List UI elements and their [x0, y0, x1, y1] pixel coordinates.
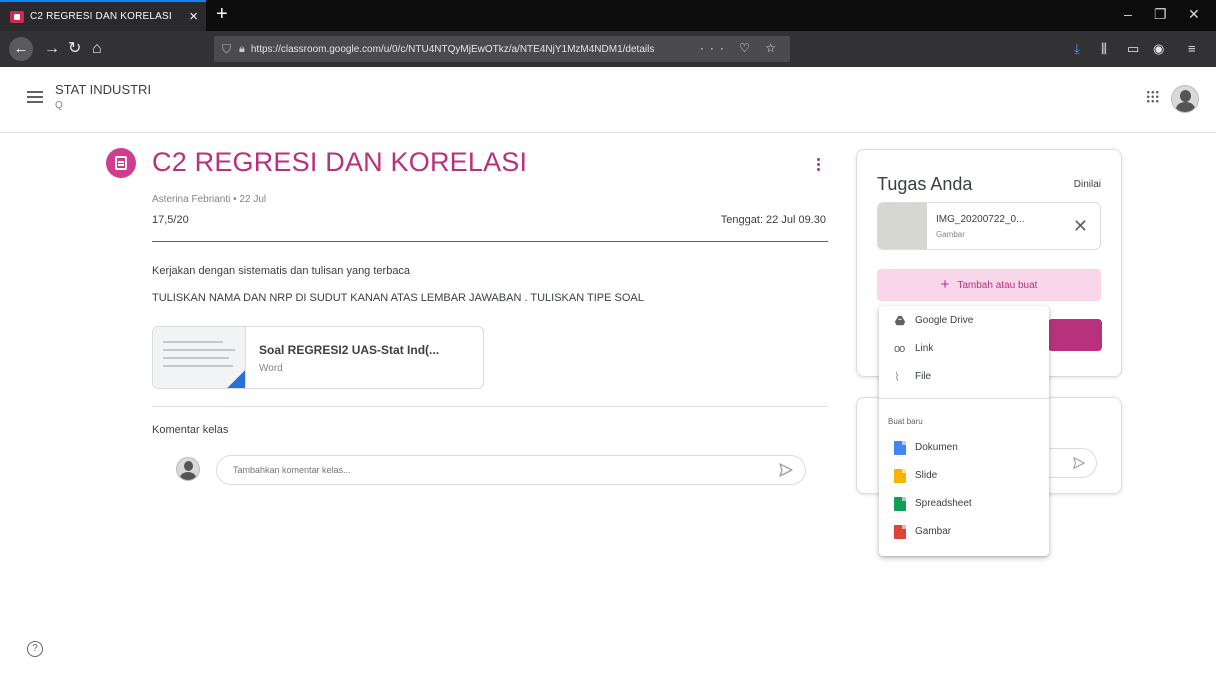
- menu-item-docs[interactable]: Dokumen: [879, 435, 1049, 461]
- url-text[interactable]: https://classroom.google.com/u/0/c/NTU4N…: [251, 44, 701, 55]
- help-icon[interactable]: ?: [27, 641, 43, 657]
- file-thumbnail: [878, 203, 927, 249]
- lock-icon[interactable]: 🔒︎: [239, 43, 245, 56]
- attachment-card[interactable]: Soal REGRESI2 UAS-Stat Ind(... Word: [152, 326, 484, 389]
- add-or-create-label: Tambah atau buat: [957, 279, 1038, 291]
- minimize-button[interactable]: ‒: [1124, 4, 1132, 24]
- tracking-shield-icon[interactable]: ⛉: [222, 42, 231, 57]
- menu-item-drawings[interactable]: Gambar: [879, 519, 1049, 545]
- menu-item-file[interactable]: ⌇ File: [879, 364, 1049, 390]
- page-actions[interactable]: ··· ♡ ☆: [700, 41, 782, 55]
- private-send-icon[interactable]: [1072, 456, 1086, 470]
- menu-item-label: File: [915, 371, 932, 382]
- comments-divider: [152, 406, 828, 407]
- course-section: Q: [55, 100, 63, 111]
- file-name[interactable]: IMG_20200722_0...: [936, 214, 1024, 225]
- menu-item-label: Link: [915, 343, 934, 354]
- add-create-menu: Google Drive oo Link ⌇ File Buat baru Do…: [879, 306, 1049, 556]
- plus-icon: +: [940, 276, 950, 293]
- menu-item-google-drive[interactable]: Google Drive: [879, 308, 1049, 334]
- menu-item-link[interactable]: oo Link: [879, 336, 1049, 362]
- menu-item-label: Spreadsheet: [915, 498, 972, 509]
- menu-item-label: Dokumen: [915, 442, 958, 453]
- google-drive-icon: [894, 315, 906, 326]
- attachment-type: Word: [259, 363, 283, 374]
- docs-icon: [894, 441, 906, 455]
- add-or-create-button[interactable]: + Tambah atau buat: [877, 269, 1101, 301]
- assignment-description-2: TULISKAN NAMA DAN NRP DI SUDUT KANAN ATA…: [152, 292, 644, 304]
- create-new-section-label: Buat baru: [888, 417, 923, 426]
- reload-button[interactable]: ↻: [68, 39, 81, 59]
- tab-title: C2 REGRESI DAN KORELASI: [30, 11, 172, 22]
- remove-file-icon[interactable]: ✕: [1073, 216, 1088, 236]
- browser-nav-bar: ← → ↻ ⌂ ⛉ 🔒︎ https://classroom.google.co…: [0, 31, 1216, 67]
- maximize-button[interactable]: ❐: [1154, 4, 1167, 24]
- title-divider: [152, 241, 828, 242]
- google-apps-icon[interactable]: [1146, 90, 1159, 103]
- new-tab-button[interactable]: +: [216, 2, 228, 26]
- sidebar-icon[interactable]: ▭: [1127, 40, 1139, 58]
- menu-item-label: Google Drive: [915, 315, 974, 326]
- submit-button[interactable]: [1048, 319, 1102, 351]
- library-icon[interactable]: ⫼: [1101, 40, 1107, 58]
- class-comments-label: Komentar kelas: [152, 424, 229, 436]
- back-button[interactable]: ←: [9, 37, 33, 61]
- app-header: STAT INDUSTRI Q: [0, 67, 1216, 133]
- your-work-title: Tugas Anda: [877, 174, 973, 194]
- word-icon: [227, 370, 245, 388]
- forward-button[interactable]: →: [44, 39, 60, 59]
- account-avatar[interactable]: [1171, 85, 1199, 113]
- url-bar[interactable]: ⛉ 🔒︎ https://classroom.google.com/u/0/c/…: [214, 36, 790, 62]
- menu-divider: [879, 398, 1049, 399]
- classroom-favicon-icon: [10, 10, 24, 23]
- assignment-description-1: Kerjakan dengan sistematis dan tulisan y…: [152, 265, 411, 277]
- drawings-icon: [894, 525, 906, 539]
- browser-tab-bar: C2 REGRESI DAN KORELASI × + ‒ ❐ ✕: [0, 0, 1216, 31]
- attachment-thumbnail: [153, 327, 246, 388]
- paperclip-icon: ⌇: [894, 370, 900, 384]
- author-date: Asterina Febrianti • 22 Jul: [152, 194, 267, 205]
- commenter-avatar: [176, 457, 200, 481]
- download-icon[interactable]: ⤓: [1074, 40, 1080, 58]
- close-window-button[interactable]: ✕: [1188, 4, 1200, 24]
- slides-icon: [894, 469, 906, 483]
- menu-item-sheets[interactable]: Spreadsheet: [879, 491, 1049, 517]
- tab-close-icon[interactable]: ×: [189, 8, 198, 26]
- menu-item-label: Gambar: [915, 526, 952, 537]
- link-icon: oo: [894, 343, 905, 355]
- submitted-file-chip[interactable]: IMG_20200722_0... Gambar ✕: [877, 202, 1101, 250]
- file-type: Gambar: [936, 230, 965, 239]
- menu-item-slides[interactable]: Slide: [879, 463, 1049, 489]
- home-button[interactable]: ⌂: [92, 39, 102, 59]
- menu-item-label: Slide: [915, 470, 938, 481]
- due-date: Tenggat: 22 Jul 09.30: [720, 214, 826, 226]
- course-title[interactable]: STAT INDUSTRI: [55, 82, 151, 97]
- grade-points: 17,5/20: [152, 214, 189, 226]
- hamburger-menu-icon[interactable]: [27, 91, 43, 103]
- account-icon[interactable]: ◉: [1153, 40, 1164, 58]
- assignment-icon: [106, 148, 136, 178]
- menu-icon[interactable]: ≡: [1188, 40, 1196, 58]
- attachment-name[interactable]: Soal REGRESI2 UAS-Stat Ind(...: [259, 343, 439, 357]
- class-comment-input[interactable]: [216, 455, 806, 485]
- browser-tab[interactable]: C2 REGRESI DAN KORELASI ×: [0, 0, 206, 31]
- more-options-icon[interactable]: [814, 156, 822, 176]
- graded-status: Dinilai: [1073, 179, 1101, 190]
- sheets-icon: [894, 497, 906, 511]
- assignment-title: C2 REGRESI DAN KORELASI: [152, 147, 528, 177]
- send-icon[interactable]: [778, 462, 794, 478]
